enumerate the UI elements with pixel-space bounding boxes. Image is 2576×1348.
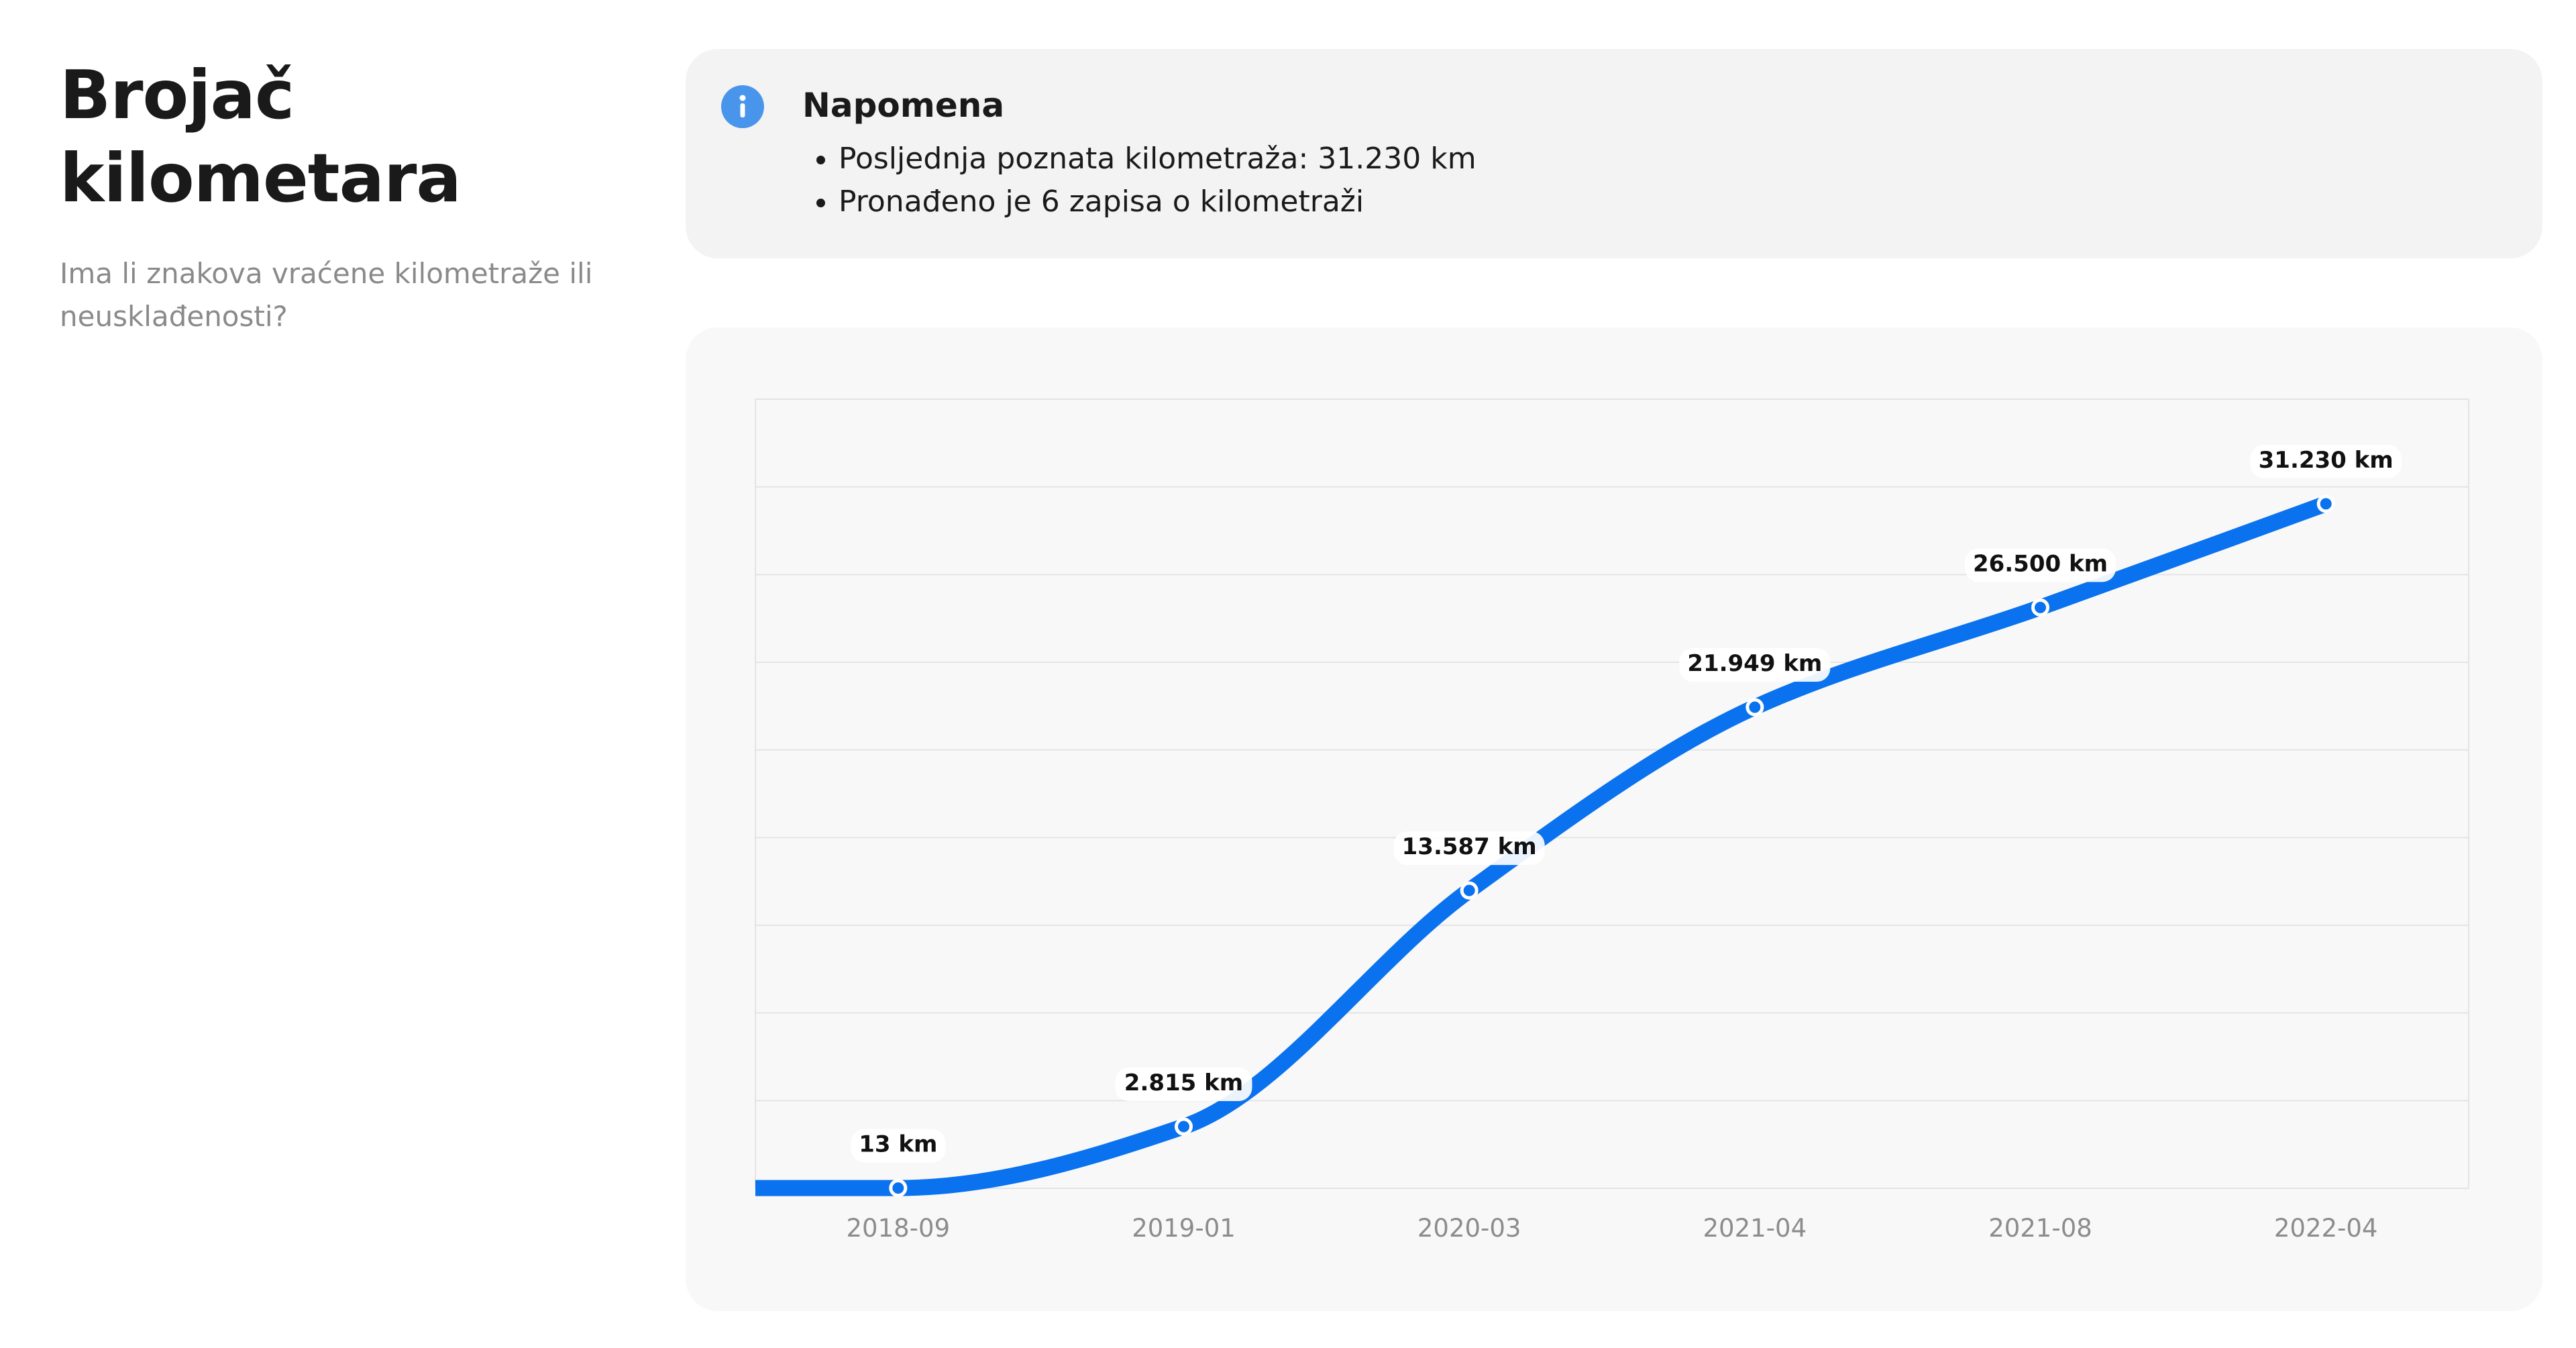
data-point [1175,1117,1193,1136]
page-title: Brojač kilometara [60,56,462,217]
page-subtitle: Ima li znakova vraćene kilometraže ili n… [60,257,593,333]
mileage-chart: 2018-09 2019-01 2020-03 2021-04 2021-08 2022-… [755,399,2469,1243]
data-label: 26.500 km [1973,550,2108,577]
x-tick-label: 2021-04 [1703,1214,1807,1243]
info-icon [721,85,764,128]
data-label: 31.230 km [2259,447,2394,474]
page: Brojač kilometara Ima li znakova vraćene… [0,0,2576,1348]
data-point [889,1179,908,1198]
note-list: Posljednja poznata kilometraža: 31.230 k… [802,138,1477,223]
data-label: 21.949 km [1687,650,1822,677]
note-item-last-mileage: Posljednja poznata kilometraža: 31.230 k… [839,138,1477,180]
data-point [1460,881,1479,900]
mileage-chart-card: 2018-09 2019-01 2020-03 2021-04 2021-08 2022-… [686,327,2542,1311]
x-tick-label: 2019-01 [1132,1214,1236,1243]
note-title: Napomena [802,86,1005,125]
data-point [2316,495,2335,513]
data-point [2031,598,2049,617]
data-label: 13.587 km [1402,833,1537,860]
data-label: 13 km [859,1131,937,1158]
note-item-record-count: Pronađeno je 6 zapisa o kilometraži [839,180,1477,223]
x-tick-label: 2022-04 [2274,1214,2378,1243]
data-point [1746,698,1764,717]
data-label: 2.815 km [1124,1070,1243,1096]
header-section: Brojač kilometara Ima li znakova vraćene… [60,54,637,338]
x-tick-label: 2020-03 [1417,1214,1521,1243]
x-tick-label: 2021-08 [1988,1214,2092,1243]
x-tick-label: 2018-09 [847,1214,951,1243]
note-panel: Napomena Posljednja poznata kilometraža:… [686,49,2542,258]
